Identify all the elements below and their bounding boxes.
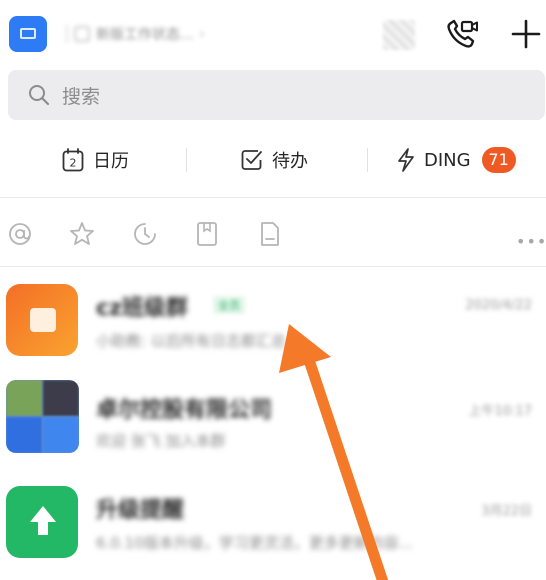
ding-label: DING [424,149,471,171]
search-icon [29,85,50,106]
calendar-day: 2 [70,157,77,170]
divider [0,197,546,198]
add-icon[interactable] [508,16,544,52]
calendar-button[interactable]: 2 日历 [62,134,129,186]
filter-row: ••• [0,212,546,256]
divider [0,266,546,267]
chevron-right-icon: › [199,26,205,42]
calendar-icon: 2 [62,148,84,172]
divider [367,148,368,172]
divider [186,148,187,172]
calendar-label: 日历 [93,151,129,172]
ding-button[interactable]: DING 71 [397,134,516,186]
ding-count-badge: 71 [481,147,516,173]
file-icon[interactable] [256,220,284,248]
org-switcher[interactable]: 新版工作状态... › [66,23,205,45]
workspace-logo-icon[interactable] [9,16,47,52]
conversation-time: 3月22日 [481,504,532,519]
search-placeholder: 搜索 [62,85,101,108]
video-call-icon[interactable] [444,18,480,50]
clock-icon[interactable] [131,220,159,248]
star-icon[interactable] [68,220,96,248]
todo-button[interactable]: 待办 [241,134,308,186]
search-bar[interactable]: 搜索 [8,70,545,120]
lightning-icon [398,148,414,172]
conversation-preview: 6.0.10版本升级，学习更灵活，更多更新内容... [96,534,414,552]
bookmark-doc-icon[interactable] [193,220,221,248]
at-mention-icon[interactable] [6,220,34,248]
top-bar: 新版工作状态... › [0,0,546,68]
divider [66,25,68,43]
conversation-title: 升级提醒 [96,498,185,523]
org-icon [74,26,90,42]
todo-label: 待办 [272,151,308,172]
conversation-preview: 欢迎 张飞 加入本群 [96,432,226,450]
scan-icon[interactable] [383,20,415,50]
org-name: 新版工作状态... [96,27,194,43]
conversation-title: 卓尔控股有限公司 [96,398,273,423]
group-avatar [6,380,79,453]
checkbox-icon [241,150,262,170]
quick-actions: 2 日历 待办 DING 71 [0,134,546,186]
more-icon[interactable]: ••• [516,232,546,251]
conversation-time: 上午10:17 [468,404,532,419]
upgrade-avatar [6,486,78,558]
list-item[interactable]: 升级提醒 3月22日 6.0.10版本升级，学习更灵活，更多更新内容... [0,270,546,558]
